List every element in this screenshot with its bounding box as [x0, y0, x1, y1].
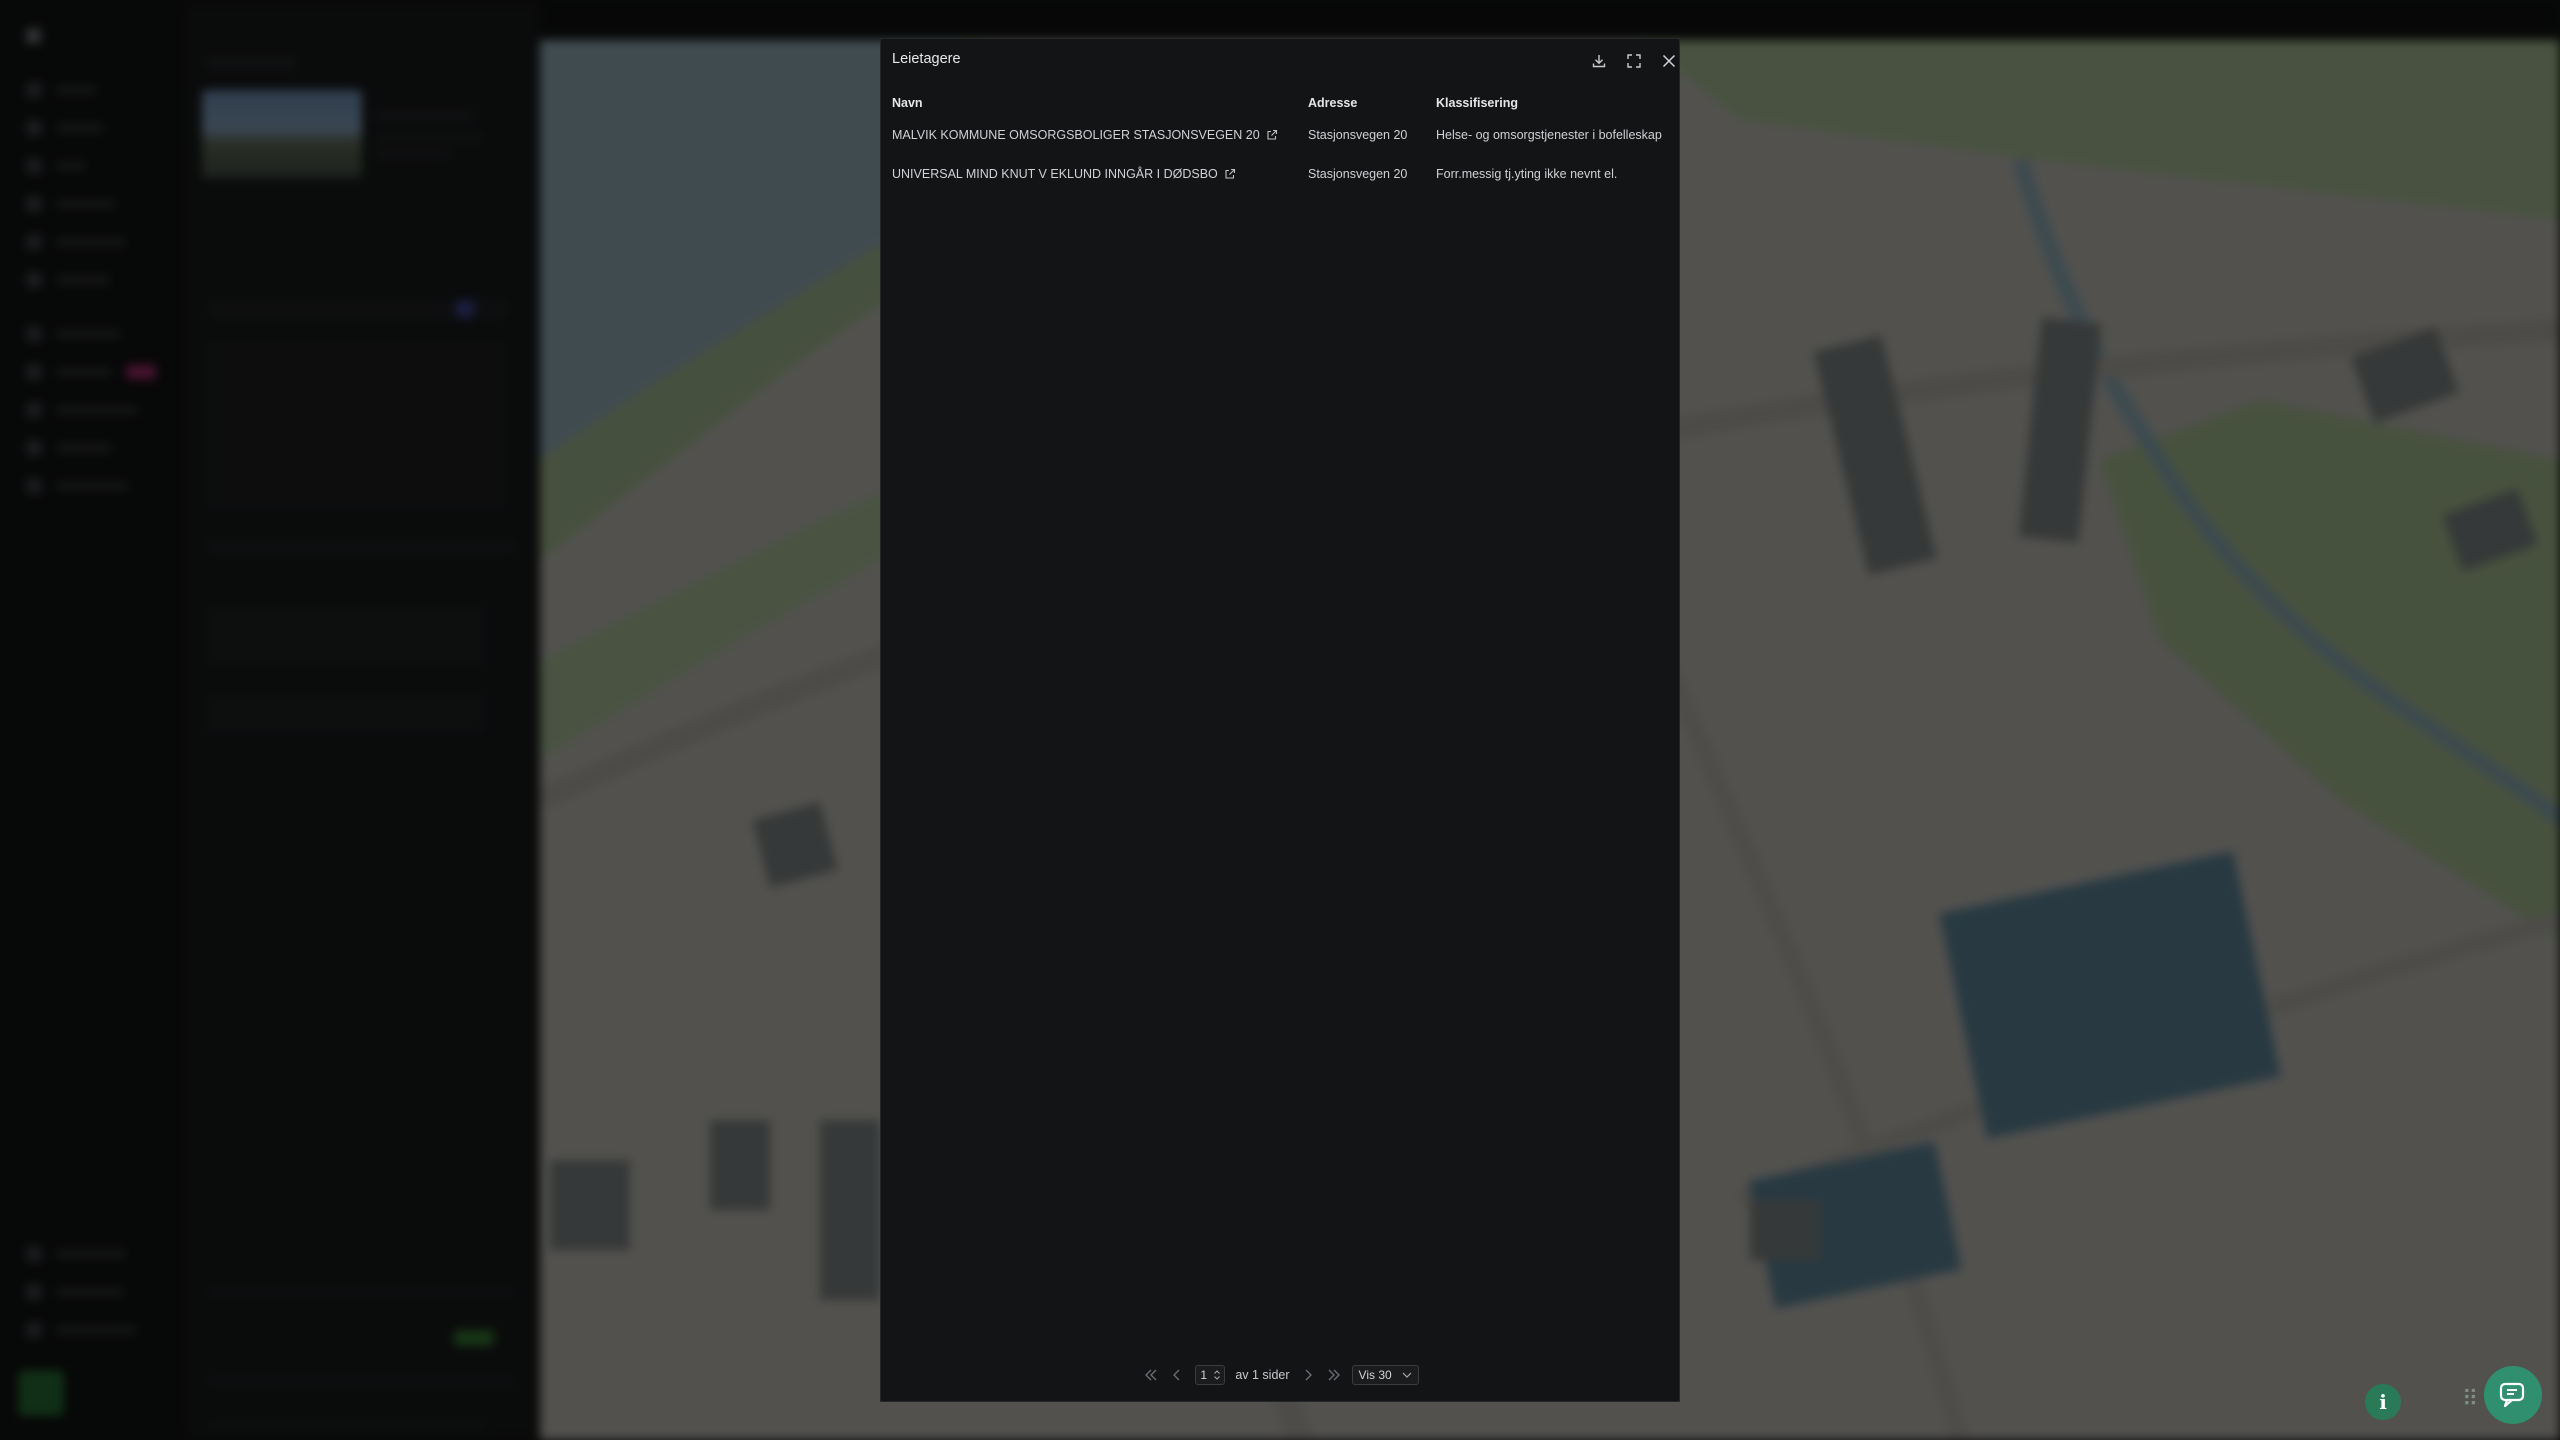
cell-address: Stasjonsvegen 20 [1308, 167, 1408, 181]
page-size-select[interactable]: Vis 30 [1351, 1365, 1419, 1385]
page-number-input[interactable]: 1 [1195, 1365, 1226, 1385]
chevron-down-icon [1402, 1372, 1412, 1378]
column-header-address[interactable]: Adresse [1308, 96, 1357, 110]
info-button[interactable]: i [2365, 1384, 2401, 1420]
double-chevron-right-icon [1328, 1369, 1340, 1381]
modal-title: Leietagere [892, 51, 961, 67]
column-header-classification[interactable]: Klassifisering [1436, 96, 1518, 110]
chevron-right-icon [1305, 1369, 1312, 1381]
last-page-button[interactable] [1326, 1367, 1342, 1383]
cell-address: Stasjonsvegen 20 [1308, 128, 1408, 142]
external-link-icon[interactable] [1266, 129, 1278, 141]
tenants-modal: Leietagere Navn Adresse Klassifisering M… [880, 38, 1680, 1402]
prev-page-button[interactable] [1169, 1367, 1185, 1383]
download-icon [1592, 55, 1606, 68]
chat-button[interactable] [2484, 1366, 2542, 1424]
chevron-left-icon [1173, 1369, 1180, 1381]
page-count-label: av 1 sider [1235, 1368, 1290, 1382]
close-button[interactable] [1657, 49, 1679, 73]
double-chevron-left-icon [1145, 1369, 1157, 1381]
page-size-value: Vis 30 [1358, 1368, 1392, 1382]
page-number-value: 1 [1200, 1368, 1208, 1382]
chat-icon [2499, 1382, 2525, 1408]
first-page-button[interactable] [1143, 1367, 1159, 1383]
expand-icon [1627, 54, 1641, 68]
table-row[interactable]: UNIVERSAL MIND KNUT V EKLUND INNGÅR I DØ… [881, 157, 1679, 195]
tenant-name[interactable]: UNIVERSAL MIND KNUT V EKLUND INNGÅR I DØ… [892, 167, 1218, 181]
close-icon [1662, 54, 1676, 68]
column-header-name[interactable]: Navn [892, 96, 923, 110]
table-row[interactable]: MALVIK KOMMUNE OMSORGSBOLIGER STASJONSVE… [881, 119, 1679, 157]
cell-name[interactable]: UNIVERSAL MIND KNUT V EKLUND INNGÅR I DØ… [892, 157, 1236, 191]
expand-button[interactable] [1622, 49, 1646, 73]
cell-classification: Helse- og omsorgstjenester i bofelleskap [1436, 128, 1662, 142]
stepper-icon[interactable] [1214, 1369, 1221, 1381]
tenant-name[interactable]: MALVIK KOMMUNE OMSORGSBOLIGER STASJONSVE… [892, 128, 1260, 142]
cell-classification: Forr.messig tj.yting ikke nevnt el. [1436, 167, 1618, 181]
cell-name[interactable]: MALVIK KOMMUNE OMSORGSBOLIGER STASJONSVE… [892, 119, 1278, 151]
download-button[interactable] [1587, 49, 1611, 73]
external-link-icon[interactable] [1224, 168, 1236, 180]
pagination: 1 av 1 sider Vis 30 [881, 1361, 1679, 1389]
next-page-button[interactable] [1300, 1367, 1316, 1383]
drag-handle-icon[interactable]: ⠿ [2462, 1386, 2478, 1412]
table-header: Navn Adresse Klassifisering [881, 91, 1679, 121]
